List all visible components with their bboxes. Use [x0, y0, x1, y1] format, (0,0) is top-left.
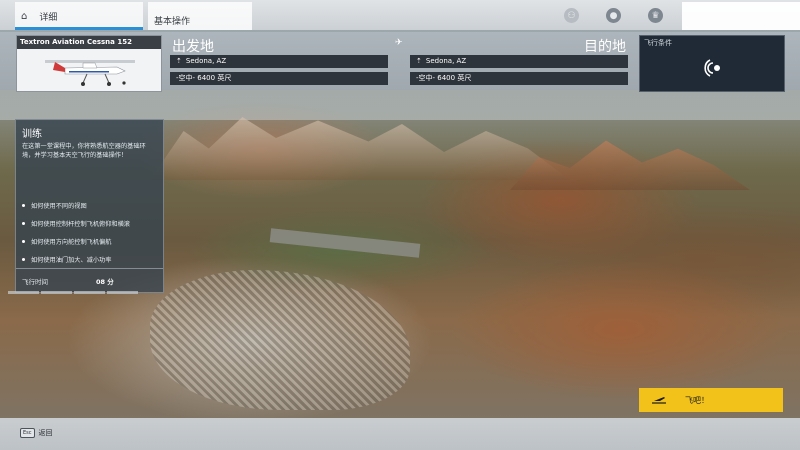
objective-text: 如何使用方向舵控制飞机偏航	[31, 238, 112, 246]
top-right-panel	[682, 2, 800, 30]
arrival-airport-field[interactable]: ⇡ Sedona, AZ	[410, 55, 628, 68]
page-indicator-segment	[107, 291, 138, 294]
wind-icon	[704, 59, 720, 77]
objective-text: 如何使用不同的视图	[31, 202, 87, 210]
weather-label: 飞行条件	[644, 39, 672, 47]
objective-item: 如何使用不同的视图	[22, 196, 130, 214]
profile-icon[interactable]: ●	[606, 8, 621, 23]
objective-text: 如何使用油门加大、减小功率	[31, 256, 112, 264]
objective-item: 如何使用方向舵控制飞机偏航	[22, 232, 130, 250]
objective-text: 如何使用控制杆控制飞机俯仰和横滚	[31, 220, 130, 228]
arrival-airport: Sedona, AZ	[425, 57, 467, 65]
arrival-title: 目的地	[584, 39, 626, 55]
objective-item: 如何使用控制杆控制飞机俯仰和横滚	[22, 214, 130, 232]
active-tab-indicator	[15, 27, 143, 30]
bullet-icon	[22, 239, 25, 243]
back-button[interactable]: Esc 返回	[20, 428, 53, 438]
tab-basic-operations[interactable]: 基本操作	[148, 2, 252, 30]
back-label: 返回	[38, 429, 53, 437]
tab-details-label: 详细	[39, 12, 58, 23]
bottom-bar: Esc 返回	[0, 418, 800, 450]
departure-airport: Sedona, AZ	[185, 57, 227, 65]
airport-runway	[269, 228, 421, 258]
fly-button[interactable]: 飞吧！	[639, 388, 783, 412]
objective-item: 如何使用油门加大、减小功率	[22, 250, 130, 268]
training-panel: 训练 在这第一堂课程中，你将熟悉航空器的基础环境，并学习基本天空飞行的基础操作！…	[15, 119, 164, 293]
bullet-icon	[22, 257, 25, 261]
flight-time-label: 飞行时间	[22, 278, 48, 286]
location-pin-icon: ⇡	[176, 57, 182, 65]
page-indicator-segment	[8, 291, 39, 294]
fly-button-label: 飞吧！	[685, 395, 709, 405]
tab-details[interactable]: ⌂ 详细	[15, 2, 143, 30]
group-icon[interactable]: ⚇	[564, 8, 579, 23]
location-pin-icon: ⇡	[416, 57, 422, 65]
departure-airport-field[interactable]: ⇡ Sedona, AZ	[170, 55, 388, 68]
top-nav-bar: ⌂ 详细 基本操作 ⚇ ● ♛	[0, 0, 800, 30]
achievements-icon[interactable]: ♛	[648, 8, 663, 23]
city-area	[150, 270, 410, 410]
training-title: 训练	[22, 129, 42, 140]
tab-basic-operations-label: 基本操作	[154, 17, 191, 27]
aircraft-card[interactable]: Textron Aviation Cessna 152	[16, 35, 162, 92]
esc-key-icon: Esc	[20, 428, 35, 438]
mountain-ridge	[150, 117, 570, 180]
mountain-ridge-east	[510, 140, 750, 190]
departure-title: 出发地	[172, 39, 214, 55]
divider	[16, 268, 163, 269]
panel-page-indicator	[8, 291, 138, 294]
route-plane-icon: ✈	[395, 38, 403, 48]
arrival-altitude-field[interactable]: -空中- 6400 英尺	[410, 72, 628, 85]
training-objectives: 如何使用不同的视图 如何使用控制杆控制飞机俯仰和横滚 如何使用方向舵控制飞机偏航…	[22, 196, 130, 268]
aircraft-name: Textron Aviation Cessna 152	[17, 36, 161, 49]
arrival-altitude: -空中- 6400 英尺	[416, 74, 472, 82]
flight-time-value: 08 分	[96, 278, 114, 286]
departure-altitude-field[interactable]: -空中- 6400 英尺	[170, 72, 388, 85]
home-icon: ⌂	[21, 10, 28, 22]
plane-icon	[45, 60, 135, 86]
takeoff-icon	[652, 397, 666, 404]
training-description: 在这第一堂课程中，你将熟悉航空器的基础环境，并学习基本天空飞行的基础操作！	[22, 143, 146, 159]
bullet-icon	[22, 203, 25, 207]
departure-altitude: -空中- 6400 英尺	[176, 74, 232, 82]
page-indicator-segment	[74, 291, 105, 294]
bullet-icon	[22, 221, 25, 225]
page-indicator-segment	[41, 291, 72, 294]
